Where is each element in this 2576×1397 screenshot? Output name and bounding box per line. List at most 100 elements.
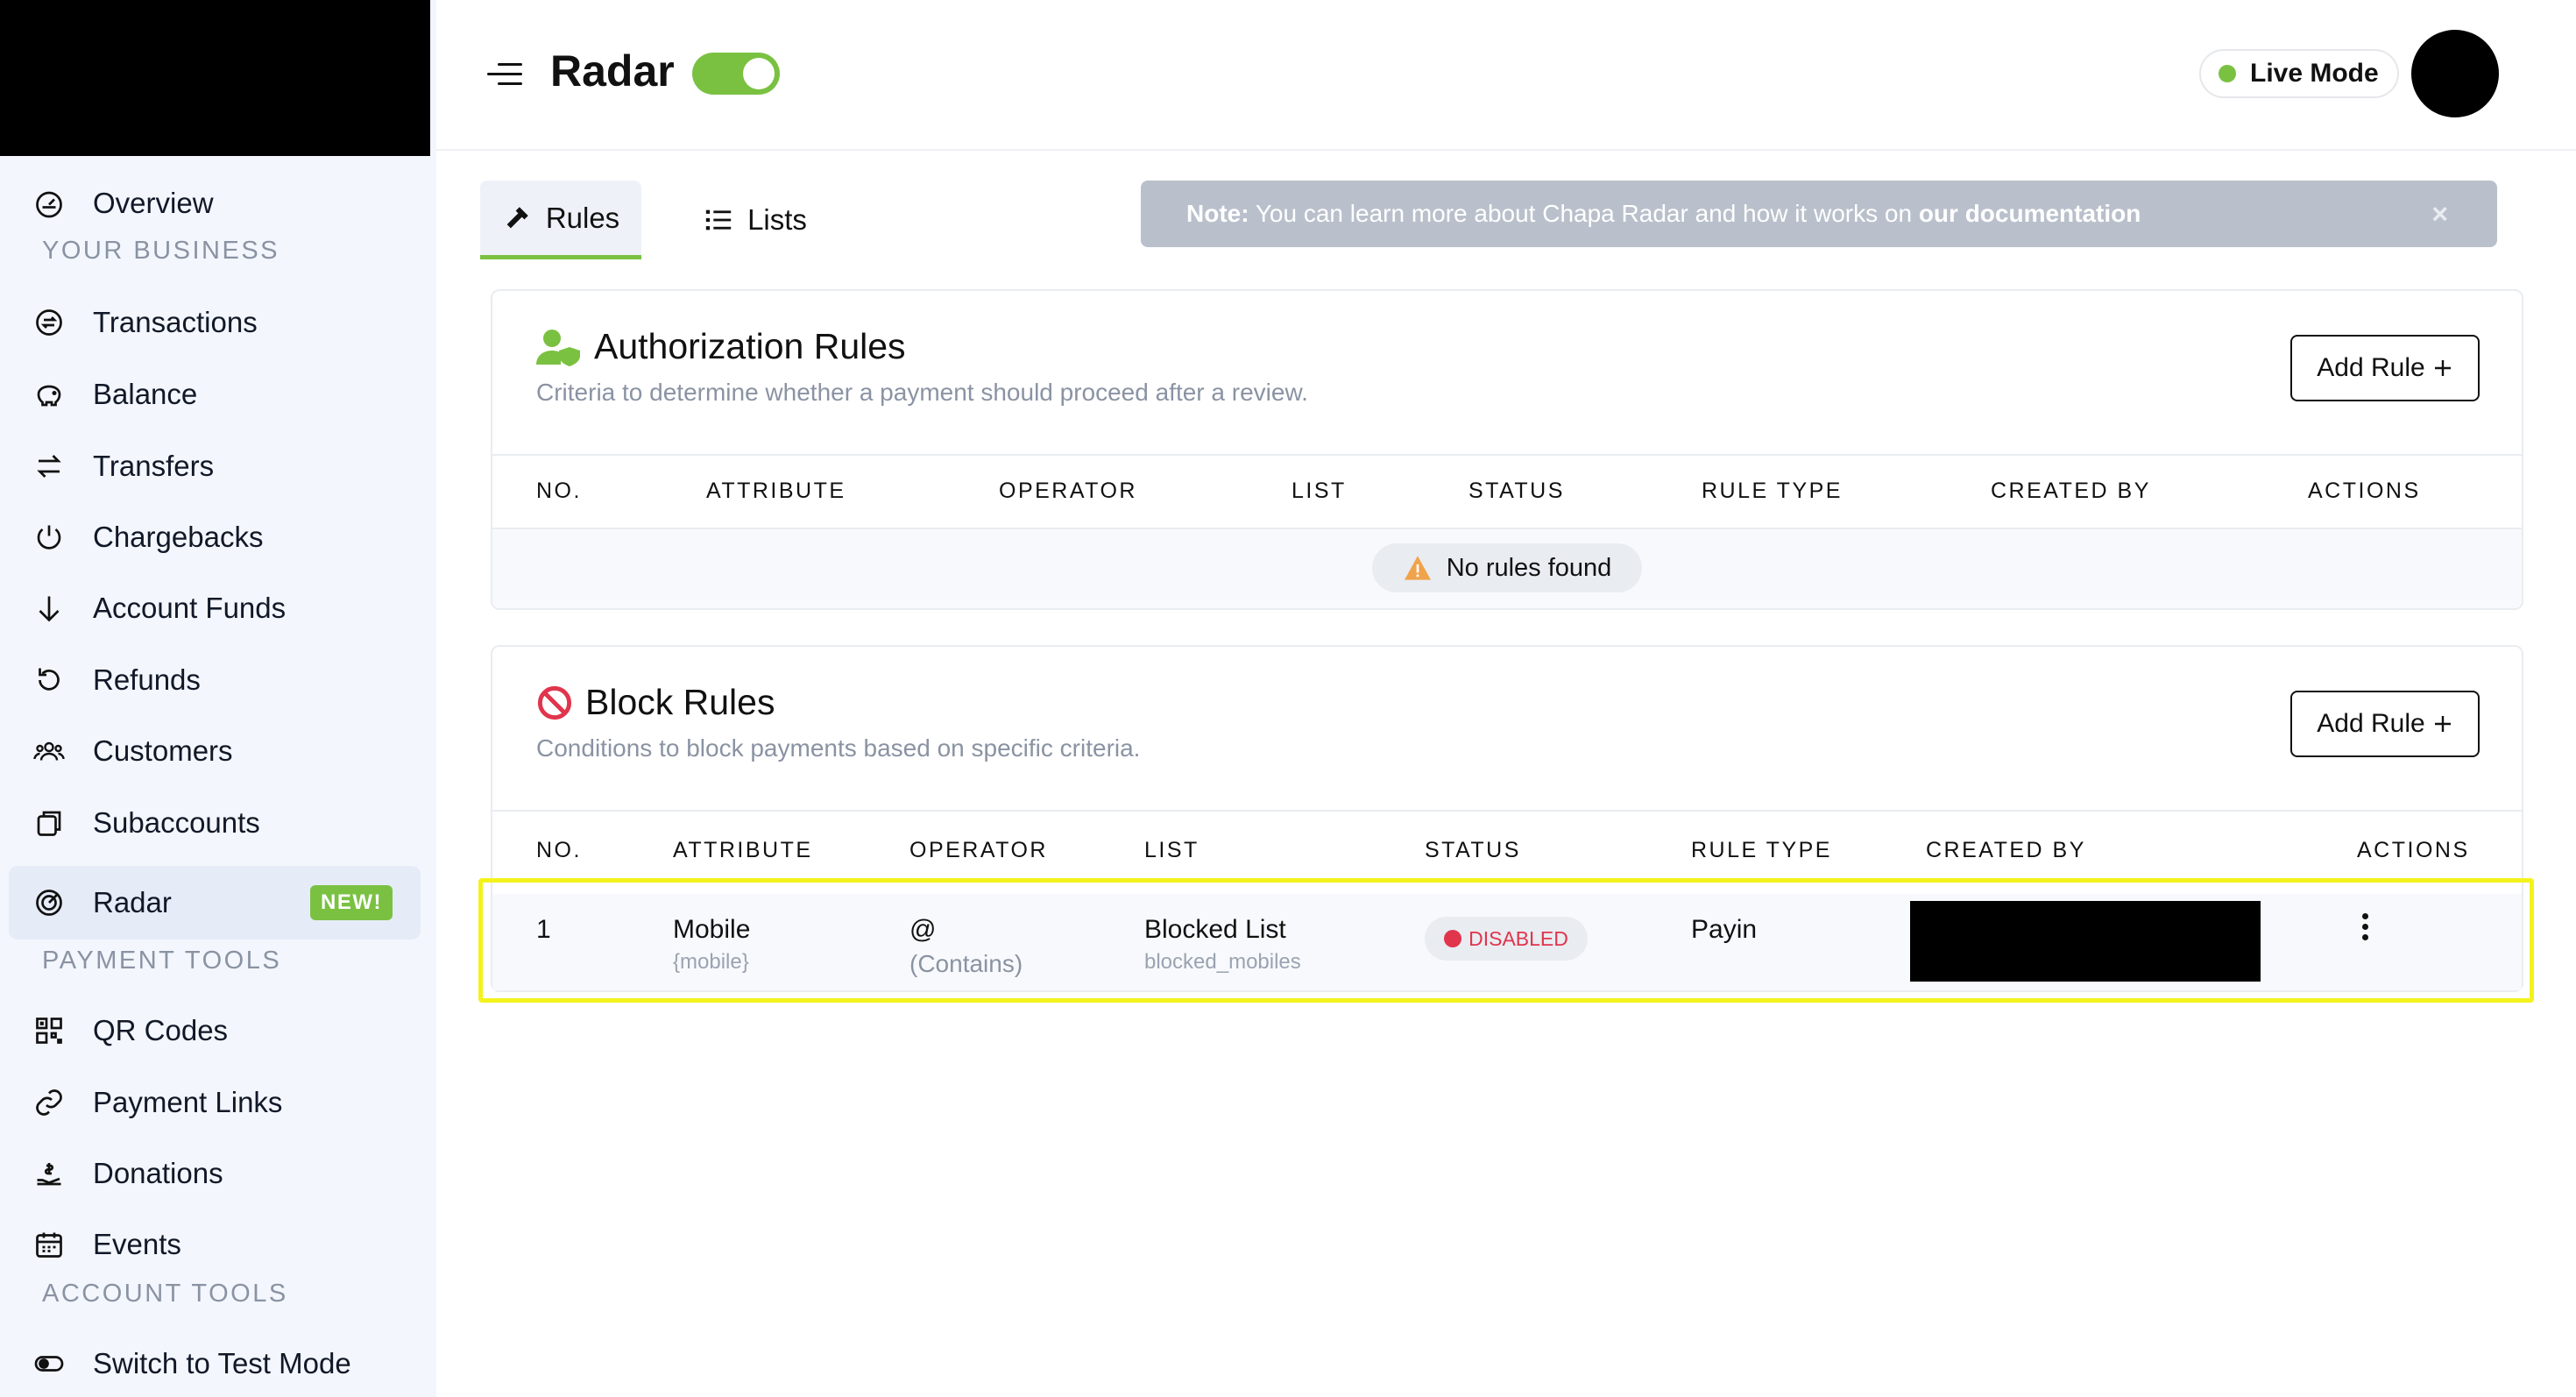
sidebar-item-label: Donations — [93, 1157, 223, 1189]
sidebar-item-donations[interactable]: Donations — [32, 1149, 223, 1198]
sidebar-item-balance[interactable]: Balance — [32, 370, 197, 419]
sidebar: Overview YOUR BUSINESS Transactions Bala… — [0, 0, 436, 1397]
rule-type: Payin — [1691, 915, 1758, 944]
documentation-link[interactable]: our documentation — [1919, 200, 2141, 228]
radar-toggle[interactable] — [692, 53, 780, 95]
sidebar-item-label: Customers — [93, 734, 233, 767]
sidebar-item-events[interactable]: Events — [32, 1220, 181, 1269]
column-header-operator: OPERATOR — [999, 479, 1137, 503]
piggy-bank-icon — [32, 377, 67, 412]
column-header-list: LIST — [1292, 479, 1347, 503]
tab-lists[interactable]: Lists — [685, 181, 825, 259]
add-rule-label: Add Rule — [2317, 709, 2425, 738]
sidebar-item-qr-codes[interactable]: QR Codes — [32, 1006, 228, 1055]
transfer-arrows-icon — [32, 449, 67, 484]
sidebar-item-label: Switch to Test Mode — [93, 1347, 351, 1379]
note-label: Note: — [1186, 200, 1249, 227]
sidebar-item-transfers[interactable]: Transfers — [32, 442, 214, 491]
add-block-rule-button[interactable]: Add Rule — [2290, 691, 2480, 757]
column-header-actions: ACTIONS — [2308, 479, 2421, 503]
rule-list: Blocked List — [1144, 915, 1286, 944]
table-row[interactable]: 1 Mobile {mobile} @ (Contains) Blocked L… — [492, 894, 2522, 990]
rule-attribute: Mobile — [673, 915, 751, 944]
column-header-no: NO. — [536, 479, 582, 503]
rule-operator: @ — [909, 915, 937, 944]
sidebar-item-label: Balance — [93, 378, 198, 410]
sidebar-item-refunds[interactable]: Refunds — [32, 656, 201, 705]
sidebar-item-label: Refunds — [93, 663, 201, 696]
sidebar-item-switch-test-mode[interactable]: Switch to Test Mode — [32, 1339, 351, 1388]
menu-icon[interactable] — [487, 61, 522, 88]
sidebar-item-radar[interactable]: Radar — [32, 878, 172, 927]
refund-icon — [32, 663, 67, 698]
section-label-account-tools: ACCOUNT TOOLS — [42, 1280, 288, 1308]
sidebar-item-label: Radar — [93, 886, 172, 918]
block-rules-title: Block Rules — [585, 682, 775, 722]
top-header: Radar Live Mode — [436, 0, 2576, 151]
sidebar-item-label: Account Funds — [93, 592, 287, 624]
sidebar-item-label: Transactions — [93, 306, 258, 338]
radar-icon — [32, 885, 67, 920]
column-header-status: STATUS — [1425, 838, 1521, 862]
logo[interactable] — [0, 0, 430, 156]
new-badge: NEW! — [310, 885, 393, 920]
plus-icon — [2434, 360, 2451, 376]
sidebar-item-subaccounts[interactable]: Subaccounts — [32, 798, 260, 847]
column-header-no: NO. — [536, 838, 582, 862]
sidebar-item-customers[interactable]: Customers — [32, 727, 233, 776]
donation-icon — [32, 1156, 67, 1191]
more-actions-icon[interactable] — [2352, 913, 2378, 948]
close-icon[interactable]: × — [2431, 198, 2448, 230]
column-header-status: STATUS — [1468, 479, 1565, 503]
block-rules-card: Block Rules Conditions to block payments… — [491, 645, 2523, 992]
column-header-created-by: CREATED BY — [1926, 838, 2086, 862]
column-header-attribute: ATTRIBUTE — [673, 838, 813, 862]
tab-rules[interactable]: Rules — [480, 181, 641, 259]
column-header-attribute: ATTRIBUTE — [706, 479, 846, 503]
block-table-header: NO. ATTRIBUTE OPERATOR LIST STATUS RULE … — [492, 810, 2522, 892]
column-header-list: LIST — [1144, 838, 1200, 862]
avatar[interactable] — [2411, 30, 2499, 117]
sidebar-item-transactions[interactable]: Transactions — [32, 298, 258, 347]
rule-list-key: blocked_mobiles — [1144, 950, 1301, 974]
sidebar-item-label: Events — [93, 1228, 181, 1260]
sidebar-item-account-funds[interactable]: Account Funds — [32, 584, 286, 633]
customers-icon — [32, 734, 67, 769]
note-banner: Note: You can learn more about Chapa Rad… — [1141, 181, 2497, 247]
toggle-knob — [743, 58, 775, 89]
note-text: You can learn more about Chapa Radar and… — [1249, 200, 1919, 227]
sidebar-item-label: Payment Links — [93, 1086, 283, 1118]
dashboard-icon — [32, 186, 67, 221]
empty-state-row: No rules found — [492, 529, 2522, 608]
authorization-rules-subtitle: Criteria to determine whether a payment … — [536, 379, 1308, 406]
empty-state-text: No rules found — [1446, 553, 1612, 582]
column-header-actions: ACTIONS — [2357, 838, 2470, 862]
block-rules-heading: Block Rules — [536, 682, 775, 723]
sidebar-item-label: Transfers — [93, 450, 215, 482]
live-mode-label: Live Mode — [2250, 59, 2379, 88]
rule-operator-description: (Contains) — [909, 950, 1023, 977]
qr-code-icon — [32, 1013, 67, 1048]
sidebar-item-chargebacks[interactable]: Chargebacks — [32, 513, 263, 562]
sidebar-item-overview[interactable]: Overview — [32, 179, 214, 228]
tab-rules-label: Rules — [545, 201, 620, 234]
status-dot-icon — [1444, 930, 1462, 947]
column-header-created-by: CREATED BY — [1991, 479, 2151, 503]
sidebar-item-label: Overview — [93, 187, 214, 219]
user-shield-icon — [536, 329, 580, 366]
link-icon — [32, 1085, 67, 1120]
hammer-icon — [506, 206, 528, 228]
sidebar-item-payment-links[interactable]: Payment Links — [32, 1078, 282, 1127]
live-mode-indicator[interactable]: Live Mode — [2199, 49, 2399, 98]
toggle-icon — [32, 1346, 67, 1381]
section-label-payment-tools: PAYMENT TOOLS — [42, 947, 282, 975]
live-status-dot-icon — [2219, 65, 2236, 82]
authorization-rules-title: Authorization Rules — [594, 326, 906, 366]
section-label-your-business: YOUR BUSINESS — [42, 237, 280, 265]
warning-icon — [1404, 556, 1431, 580]
add-authorization-rule-button[interactable]: Add Rule — [2290, 335, 2480, 401]
sidebar-item-label: Chargebacks — [93, 521, 264, 553]
block-rules-subtitle: Conditions to block payments based on sp… — [536, 734, 1141, 762]
list-icon — [705, 209, 732, 230]
tab-lists-label: Lists — [747, 203, 807, 236]
